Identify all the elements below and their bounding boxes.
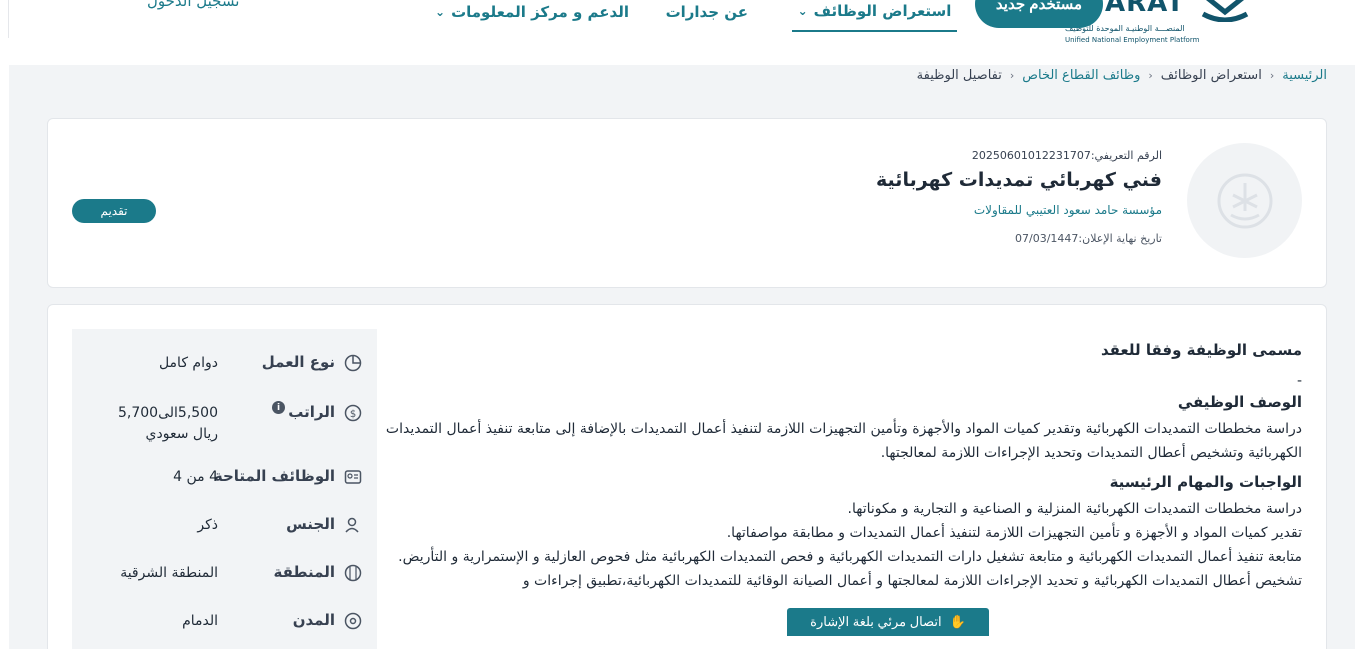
apply-button[interactable]: تقديم xyxy=(72,199,156,223)
id-card-icon xyxy=(344,470,362,484)
sign-language-call-button[interactable]: ✋ اتصال مرئي بلغة الإشارة xyxy=(787,608,989,636)
job-info-panel: نوع العمل دوام كامل $ الراتب i 5,500الى5… xyxy=(72,329,377,649)
info-row-cities: المدن الدمام xyxy=(83,609,363,649)
location-pin-icon xyxy=(344,612,362,630)
job-description: مسمى الوظيفة وفقا للعقد - الوصف الوظيفي … xyxy=(382,329,1302,593)
nav-support[interactable]: الدعم و مركز المعلومات ⌄ xyxy=(435,0,629,32)
duty-item: تقدير كميات المواد و الأجهزة و تأمين الت… xyxy=(726,525,1302,541)
login-link[interactable]: تسجيل الدخول xyxy=(147,0,239,10)
company-logo xyxy=(1187,143,1302,258)
header-divider xyxy=(8,0,9,38)
money-icon: $ xyxy=(344,404,362,422)
info-value: الدمام xyxy=(182,613,218,629)
breadcrumb-separator-icon: ‹ xyxy=(1148,68,1153,82)
map-icon xyxy=(344,564,362,582)
breadcrumb-jobs[interactable]: استعراض الوظائف xyxy=(1161,68,1262,83)
info-row-gender: الجنس ذكر xyxy=(83,513,363,553)
nav-browse-jobs-label: استعراض الوظائف xyxy=(813,2,952,20)
breadcrumb-separator-icon: ‹ xyxy=(1009,68,1015,82)
info-label: نوع العمل xyxy=(261,353,335,371)
user-icon xyxy=(345,517,359,533)
info-row-available-jobs: الوظائف المتاحة 4 من 4 xyxy=(83,465,363,505)
info-label: الراتب xyxy=(288,403,335,421)
breadcrumb-home[interactable]: الرئيسية xyxy=(1282,68,1327,83)
job-title: فني كهربائي تمديدات كهربائية xyxy=(876,169,1162,191)
sign-language-label: اتصال مرئي بلغة الإشارة xyxy=(810,614,942,629)
chevron-down-icon: ⌄ xyxy=(797,4,808,18)
breadcrumb-separator-icon: ‹ xyxy=(1269,68,1275,82)
info-row-region: المنطقة المنطقة الشرقية xyxy=(83,561,363,601)
nav-support-label: الدعم و مركز المعلومات xyxy=(451,3,629,21)
job-deadline: تاريخ نهاية الإعلان:07/03/1447 xyxy=(1015,232,1162,245)
logo-subtitle-ar: المنصـــة الوطنيـة الموحدة للتوظيف xyxy=(1065,24,1185,33)
breadcrumb: الرئيسية ‹ استعراض الوظائف ‹ وظائف القطا… xyxy=(917,65,1327,85)
contract-title-heading: مسمى الوظيفة وفقا للعقد xyxy=(1100,341,1302,359)
logo-subtitle-en: Unified National Employment Platform xyxy=(1065,36,1200,44)
job-details-card: نوع العمل دوام كامل $ الراتب i 5,500الى5… xyxy=(47,304,1327,649)
company-name-link[interactable]: مؤسسة حامد سعود العتيبي للمقاولات xyxy=(974,203,1162,217)
info-row-salary: $ الراتب i 5,500الى5,700 ريال سعودي xyxy=(83,401,363,451)
info-value: المنطقة الشرقية xyxy=(120,565,218,581)
info-row-work-type: نوع العمل دوام كامل xyxy=(83,351,363,391)
company-placeholder-icon xyxy=(1217,173,1272,228)
nav-browse-jobs[interactable]: استعراض الوظائف ⌄ xyxy=(792,0,957,32)
sign-language-icon: ✋ xyxy=(949,614,966,629)
nav-about[interactable]: عن جدارات xyxy=(666,0,748,32)
info-label: المدن xyxy=(292,611,335,629)
info-value: 5,500الى5,700 ريال سعودي xyxy=(117,405,218,442)
job-reference-number: الرقم التعريفي:20250601012231707 xyxy=(971,149,1162,162)
contract-title-value: - xyxy=(1296,373,1302,389)
breadcrumb-private-sector[interactable]: وظائف القطاع الخاص xyxy=(1022,68,1140,83)
register-button[interactable]: مستخدم جديد xyxy=(975,0,1103,28)
chevron-down-icon: ⌄ xyxy=(435,5,446,19)
info-icon[interactable]: i xyxy=(272,401,285,414)
site-header: JADARAT المنصـــة الوطنيـة الموحدة للتوظ… xyxy=(0,0,1355,58)
pie-chart-icon xyxy=(344,354,362,372)
info-value: ذكر xyxy=(197,517,218,533)
breadcrumb-current: تفاصيل الوظيفة xyxy=(916,67,1002,83)
job-summary-card: الرقم التعريفي:20250601012231707 فني كهر… xyxy=(47,118,1327,288)
job-description-heading: الوصف الوظيفي xyxy=(1177,393,1302,411)
duty-item: تشخيص أعطال التمديدات الكهربائية و تحديد… xyxy=(522,573,1302,589)
duty-item: دراسة مخططات التمديدات الكهربائية المنزل… xyxy=(847,501,1302,517)
info-label: الوظائف المتاحة xyxy=(213,467,335,485)
duties-heading: الواجبات والمهام الرئيسية xyxy=(1109,473,1302,491)
nav-about-label: عن جدارات xyxy=(665,3,748,21)
svg-text:$: $ xyxy=(350,409,356,420)
duty-item: متابعة تنفيذ أعمال التمديدات الكهربائية … xyxy=(398,549,1302,565)
emblem-icon xyxy=(1201,0,1249,22)
job-description-text: دراسة مخططات التمديدات الكهربائية وتقدير… xyxy=(385,421,1302,461)
info-value: دوام كامل xyxy=(158,355,218,371)
info-value: 4 من 4 xyxy=(173,469,218,485)
info-label: المنطقة xyxy=(273,563,335,581)
info-label: الجنس xyxy=(286,515,335,533)
